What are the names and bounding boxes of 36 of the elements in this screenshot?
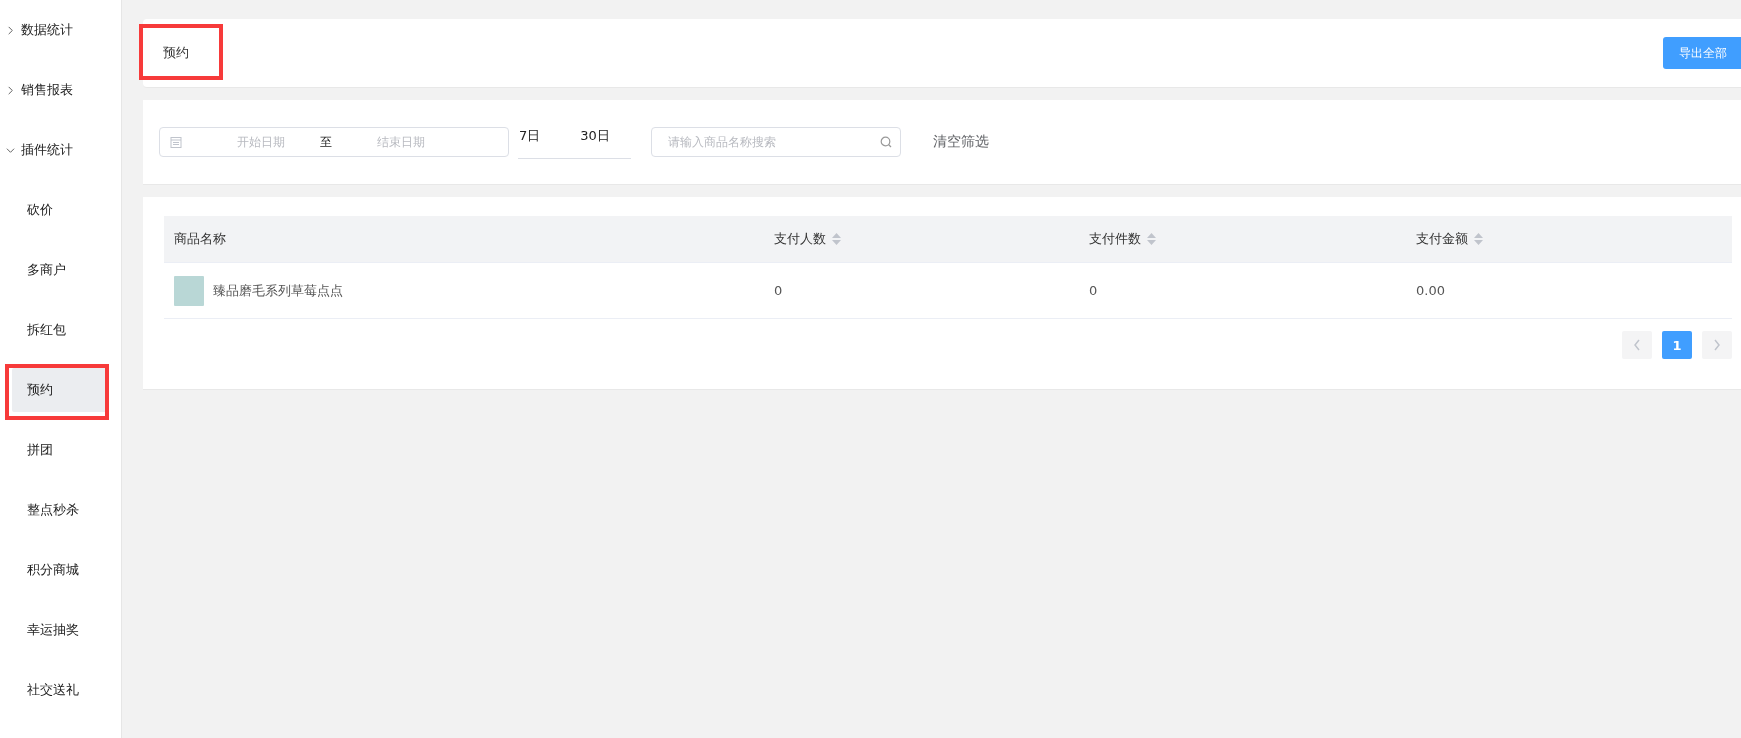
range-separator: 至 — [320, 133, 332, 151]
search-icon — [880, 136, 892, 148]
sidebar-subitem[interactable]: 积分商城 — [12, 548, 109, 592]
table-cell: 0 — [1089, 283, 1098, 298]
sidebar-subitem[interactable]: 社交送礼 — [12, 668, 109, 712]
photo-placeholder — [174, 275, 204, 306]
table-cell: 0.00 — [1416, 283, 1445, 298]
chevron-right-icon — [1713, 339, 1721, 351]
sidebar-subitem[interactable]: 多商户 — [12, 248, 109, 292]
sidebar-subitem[interactable]: 砍价 — [12, 188, 109, 232]
clear-filter-link[interactable]: 清空筛选 — [927, 132, 995, 152]
page-title: 预约 — [163, 44, 189, 62]
sidebar-subitem[interactable]: 拼团 — [12, 428, 109, 472]
sidebar-subitem[interactable]: 幸运抽奖 — [12, 608, 109, 652]
sort-icon[interactable] — [1474, 233, 1483, 245]
sidebar-item[interactable]: 数据统计 — [0, 0, 121, 60]
next-page-button[interactable] — [1702, 331, 1732, 359]
previous-page-button[interactable] — [1622, 331, 1652, 359]
column-header: 支付人数 — [774, 230, 826, 248]
sidebar-item[interactable]: 插件统计 — [0, 120, 121, 180]
column-header: 支付件数 — [1089, 230, 1141, 248]
sidebar-item[interactable]: 销售报表 — [0, 60, 121, 120]
chevron-left-icon — [1633, 339, 1641, 351]
quick-range-button[interactable]: 7日 — [518, 125, 542, 146]
sidebar-subitem[interactable]: 拆红包 — [12, 308, 109, 352]
sort-icon[interactable] — [832, 233, 841, 245]
quick-range-button[interactable]: 30日 — [579, 125, 611, 146]
date-range-field[interactable]: 开始日期 至 结束日期 — [159, 127, 509, 157]
search-field[interactable]: 请输入商品名称搜索 — [651, 127, 901, 157]
column-header: 商品名称 — [174, 230, 226, 248]
column-header: 支付金额 — [1416, 230, 1468, 248]
table-cell: 臻品磨毛系列草莓点点 — [213, 281, 343, 300]
sidebar-subitem[interactable]: 整点秒杀 — [12, 488, 109, 532]
table-cell: 0 — [774, 283, 783, 298]
sort-icon[interactable] — [1147, 233, 1156, 245]
calendar-icon — [170, 136, 182, 148]
